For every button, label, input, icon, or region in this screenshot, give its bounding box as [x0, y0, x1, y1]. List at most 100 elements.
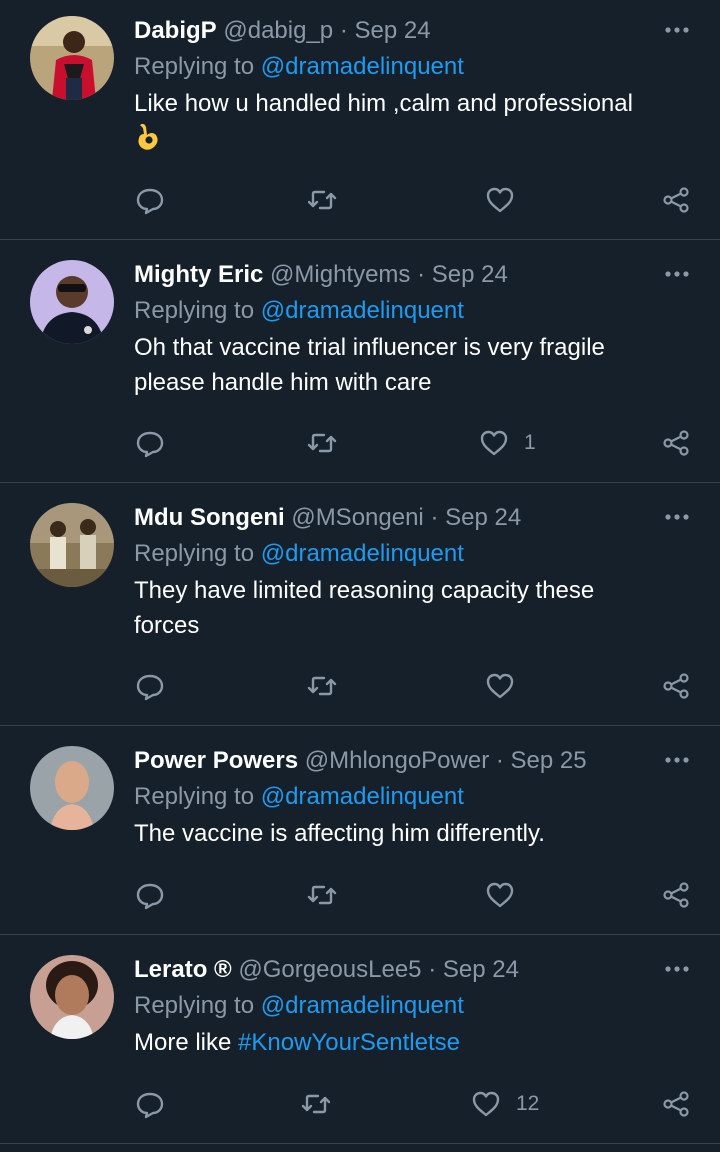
action-bar [0, 666, 720, 706]
retweet-button[interactable] [306, 180, 338, 220]
retweet-icon [307, 433, 337, 453]
replying-label: Replying to [134, 53, 255, 80]
mention-link[interactable]: @dramadelinquent [261, 53, 464, 80]
mention-link[interactable]: @dramadelinquent [261, 540, 464, 567]
display-name[interactable]: Mdu Songeni [134, 504, 285, 531]
action-bar: 12 [0, 1084, 720, 1124]
replying-label: Replying to [134, 992, 255, 1019]
reply-button[interactable] [134, 666, 166, 706]
share-icon [663, 430, 689, 456]
tweet-date[interactable]: Sep 24 [432, 261, 508, 288]
share-button[interactable] [660, 423, 692, 463]
tweet-text-line: More like [134, 1029, 232, 1056]
retweet-button[interactable] [306, 666, 338, 706]
like-button[interactable] [484, 666, 530, 706]
user-handle[interactable]: @MSongeni [291, 504, 423, 531]
like-count: 12 [516, 1092, 540, 1115]
separator-dot: · [339, 17, 348, 44]
ok-hand-emoji [134, 121, 696, 159]
more-options-icon[interactable] [664, 965, 690, 973]
hashtag-link[interactable]: #KnowYourSentletse [238, 1029, 460, 1056]
reply-icon [136, 883, 164, 910]
display-name[interactable]: Lerato ® [134, 956, 232, 983]
like-button[interactable] [484, 875, 530, 915]
tweet[interactable]: Power Powers @MhlongoPower · Sep 25 Repl… [0, 726, 720, 935]
reply-button[interactable] [134, 423, 166, 463]
tweet-text-line: forces [134, 612, 200, 639]
action-bar [0, 180, 720, 220]
tweet-text-line: please handle him with care [134, 369, 432, 396]
like-button[interactable]: 1 [478, 423, 536, 463]
retweet-button[interactable] [306, 875, 338, 915]
action-bar: 1 [0, 423, 720, 463]
tweet-header: DabigP @dabig_p · Sep 24 [134, 14, 696, 48]
heart-icon [486, 187, 514, 213]
replying-to: Replying to @dramadelinquent [134, 48, 696, 86]
display-name[interactable]: Power Powers [134, 747, 298, 774]
more-options-icon[interactable] [664, 26, 690, 34]
retweet-button[interactable] [306, 423, 338, 463]
replying-to: Replying to @dramadelinquent [134, 535, 696, 573]
mention-link[interactable]: @dramadelinquent [261, 297, 464, 324]
tweet-text-line: They have limited reasoning capacity the… [134, 577, 595, 604]
replying-to: Replying to @dramadelinquent [134, 778, 696, 816]
avatar[interactable] [30, 260, 114, 344]
avatar[interactable] [30, 955, 114, 1039]
share-icon [663, 187, 689, 213]
tweet-text-line: Oh that vaccine trial influencer is very… [134, 334, 605, 361]
tweet-header: Lerato ® @GorgeousLee5 · Sep 24 [134, 953, 696, 987]
mention-link[interactable]: @dramadelinquent [261, 783, 464, 810]
display-name[interactable]: Mighty Eric [134, 261, 263, 288]
reply-icon [136, 674, 164, 701]
like-button[interactable] [484, 180, 530, 220]
tweet-header: Power Powers @MhlongoPower · Sep 25 [134, 744, 696, 778]
retweet-icon [307, 885, 337, 905]
reply-button[interactable] [134, 1084, 166, 1124]
user-handle[interactable]: @dabig_p [223, 17, 333, 44]
avatar[interactable] [30, 16, 114, 100]
avatar[interactable] [30, 746, 114, 830]
tweet[interactable]: Mighty Eric @Mightyems · Sep 24 Replying… [0, 240, 720, 483]
action-bar [0, 875, 720, 915]
reply-button[interactable] [134, 180, 166, 220]
user-handle[interactable]: @Mightyems [270, 261, 410, 288]
more-options-icon[interactable] [664, 513, 690, 521]
more-options-icon[interactable] [664, 756, 690, 764]
ok-hand-icon [138, 123, 158, 150]
like-button[interactable]: 12 [470, 1084, 539, 1124]
share-button[interactable] [660, 1084, 692, 1124]
mention-link[interactable]: @dramadelinquent [261, 992, 464, 1019]
share-icon [663, 882, 689, 908]
user-handle[interactable]: @MhlongoPower [305, 747, 489, 774]
tweet-date[interactable]: Sep 25 [511, 747, 587, 774]
replying-to: Replying to @dramadelinquent [134, 292, 696, 330]
tweet-text: The vaccine is affecting him differently… [134, 816, 696, 851]
share-button[interactable] [660, 180, 692, 220]
tweet-text-line: The vaccine is affecting him differently… [134, 820, 545, 847]
share-icon [663, 1091, 689, 1117]
tweet[interactable]: Lerato ® @GorgeousLee5 · Sep 24 Replying… [0, 935, 720, 1144]
user-handle[interactable]: @GorgeousLee5 [238, 956, 421, 983]
tweet-text: Like how u handled him ,calm and profess… [134, 86, 696, 159]
tweet-date[interactable]: Sep 24 [354, 17, 430, 44]
reply-button[interactable] [134, 875, 166, 915]
heart-icon [486, 882, 514, 908]
share-button[interactable] [660, 875, 692, 915]
tweet-text-line: Like how u handled him ,calm and profess… [134, 90, 633, 117]
more-options-icon[interactable] [664, 270, 690, 278]
tweet-date[interactable]: Sep 24 [443, 956, 519, 983]
retweet-button[interactable] [300, 1084, 332, 1124]
replying-to: Replying to @dramadelinquent [134, 987, 696, 1025]
avatar[interactable] [30, 503, 114, 587]
separator-dot: · [495, 747, 504, 774]
heart-icon [472, 1091, 500, 1117]
replying-label: Replying to [134, 297, 255, 324]
tweet-date[interactable]: Sep 24 [445, 504, 521, 531]
share-icon [663, 673, 689, 699]
share-button[interactable] [660, 666, 692, 706]
heart-icon [480, 430, 508, 456]
tweet-header: Mdu Songeni @MSongeni · Sep 24 [134, 501, 696, 535]
tweet[interactable]: DabigP @dabig_p · Sep 24 Replying to @dr… [0, 0, 720, 240]
tweet[interactable]: Mdu Songeni @MSongeni · Sep 24 Replying … [0, 483, 720, 726]
display-name[interactable]: DabigP [134, 17, 217, 44]
